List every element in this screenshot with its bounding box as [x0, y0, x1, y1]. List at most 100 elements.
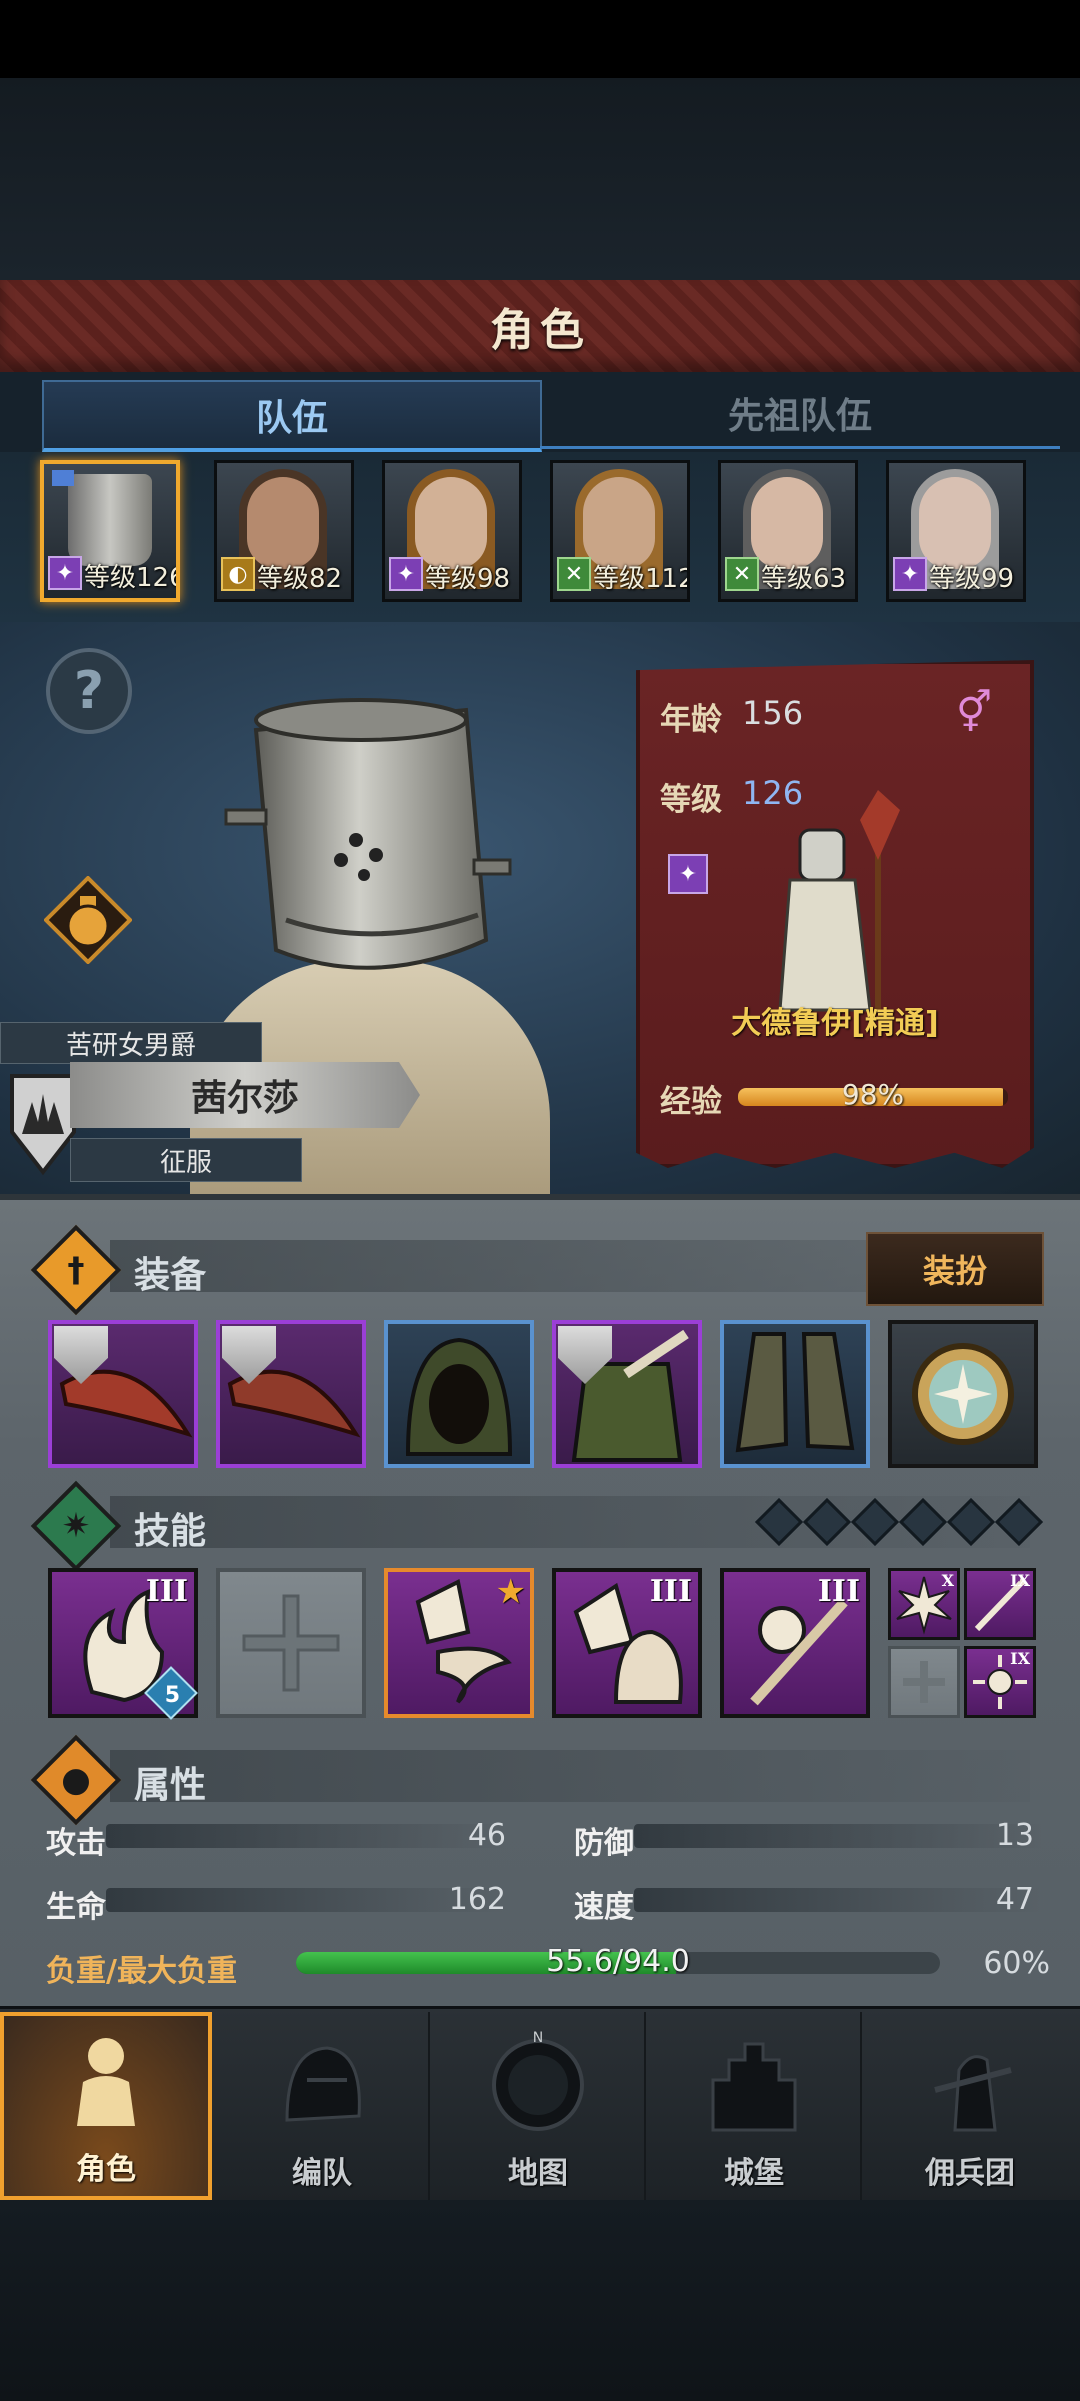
weight-label: 负重/最大负重	[46, 1954, 237, 1989]
character-name: 茜尔莎	[70, 1062, 420, 1128]
roster-portrait-5[interactable]: ✕ 等级63	[718, 460, 858, 602]
question-icon: ?	[73, 661, 105, 721]
status-bar-area	[0, 0, 1080, 78]
skills-title: 技能	[134, 1511, 207, 1552]
skill-rank: IX	[1010, 1649, 1030, 1668]
face	[247, 477, 319, 569]
roster-level: 等级112	[593, 564, 690, 594]
face	[583, 477, 655, 569]
roster-level: 等级82	[257, 564, 343, 594]
skill-slot-1[interactable]: III 5	[48, 1568, 198, 1720]
character-status: 征服	[70, 1138, 302, 1182]
nav-mercenary[interactable]: 佣兵团	[864, 2012, 1076, 2200]
nav-map[interactable]: N 地图	[432, 2012, 646, 2200]
face	[415, 477, 487, 569]
speed-value: 47	[995, 1882, 1034, 1917]
roster-portrait-4[interactable]: ✕ 等级112	[550, 460, 690, 602]
equip-slot-boots[interactable]	[720, 1320, 870, 1468]
star-burst-icon: ✷	[61, 1506, 91, 1546]
passive-skill-3[interactable]: IX	[964, 1646, 1036, 1718]
skill-star-icon: ★	[495, 1572, 526, 1612]
knight-icon	[77, 2038, 135, 2126]
roster-portrait-1[interactable]: ✦ 等级126	[40, 460, 180, 602]
age-label: 年龄	[660, 702, 722, 738]
roster-portrait-6[interactable]: ✦ 等级99	[886, 460, 1026, 602]
flag-icon	[52, 470, 74, 486]
equip-slot-armor[interactable]	[552, 1320, 702, 1468]
roster-level: 等级98	[425, 564, 511, 594]
defense-value: 13	[995, 1818, 1034, 1853]
nav-formation[interactable]: 编队	[216, 2012, 430, 2200]
wand-class-icon: ✦	[48, 556, 82, 590]
age-value: 156	[742, 694, 804, 732]
mercenary-fist-icon	[934, 2055, 1012, 2132]
skill-rank: III	[145, 1574, 188, 1609]
equip-slot-offhand[interactable]	[216, 1320, 366, 1468]
equip-slot-amulet[interactable]	[888, 1320, 1038, 1468]
help-button[interactable]: ?	[46, 648, 132, 734]
potion-button[interactable]	[44, 876, 132, 964]
class-name: 大德鲁伊[精通]	[731, 1006, 939, 1041]
defense-label: 防御	[574, 1826, 634, 1861]
passive-skill-2[interactable]: IX	[964, 1568, 1036, 1640]
roster-level: 等级63	[761, 564, 847, 594]
druid-figure	[778, 790, 900, 1012]
bow-class-icon: ✕	[557, 557, 591, 591]
bucket-helm-face	[68, 474, 152, 566]
nav-character[interactable]: 角色	[0, 2012, 212, 2200]
nav-castle[interactable]: 城堡	[648, 2012, 862, 2200]
passive-skill-empty[interactable]	[888, 1646, 960, 1718]
attributes-title: 属性	[134, 1765, 207, 1806]
bow-class-icon: ✕	[725, 557, 759, 591]
skill-rank: III	[649, 1574, 692, 1609]
roster-level: 等级126	[84, 563, 180, 593]
helmet-icon	[285, 2046, 361, 2122]
skill-gem-count: 5	[164, 1683, 180, 1708]
equip-slot-hood[interactable]	[384, 1320, 534, 1468]
skill-slot-5[interactable]: III	[720, 1568, 870, 1718]
hood-icon	[405, 1337, 513, 1456]
xp-label: 经验	[660, 1084, 722, 1120]
svg-text:N: N	[533, 2030, 543, 2046]
hp-value: 162	[448, 1882, 506, 1917]
page-header: 角色	[0, 280, 1080, 376]
skill-slot-3[interactable]: ★	[384, 1568, 534, 1718]
passive-skill-1[interactable]: X	[888, 1568, 960, 1640]
weight-percent: 60%	[983, 1946, 1050, 1981]
page-title: 角色	[490, 305, 590, 356]
sword-icon: †	[67, 1250, 85, 1290]
equipment-title: 装备	[134, 1255, 207, 1296]
boots-icon	[735, 1332, 855, 1453]
tab-team[interactable]: 队伍	[42, 380, 542, 452]
dress-up-button[interactable]: 装扮	[866, 1232, 1044, 1306]
skill-slot-4[interactable]: III	[552, 1568, 702, 1718]
team-tabs: 队伍 先祖队伍	[0, 372, 1080, 452]
face	[919, 477, 991, 569]
weight-value: 55.6/94.0	[546, 1944, 690, 1979]
person-icon: ●	[61, 1760, 91, 1800]
roster-level: 等级99	[929, 564, 1015, 594]
face	[751, 477, 823, 569]
compass-map-icon: N	[492, 2030, 584, 2131]
skill-rank: X	[941, 1571, 954, 1590]
equip-slot-weapon[interactable]	[48, 1320, 198, 1468]
skill-slot-empty[interactable]	[216, 1568, 366, 1718]
hp-label: 生命	[46, 1890, 106, 1925]
roster-row: ✦ 等级126 ◐ 等级82 ✦ 等级98 ✕ 等级112 ✕ 等级63 ✦ 等…	[0, 452, 1080, 622]
wand-class-icon: ✦	[389, 557, 423, 591]
roster-portrait-3[interactable]: ✦ 等级98	[382, 460, 522, 602]
tab-ancestor-team[interactable]: 先祖队伍	[540, 380, 1060, 449]
attack-value: 46	[467, 1818, 506, 1853]
wand-class-icon: ✦	[668, 854, 708, 894]
character-title: 苦研女男爵	[0, 1022, 262, 1064]
level-label: 等级	[660, 782, 722, 818]
amulet-icon	[912, 1343, 1014, 1445]
skill-rank: III	[817, 1574, 860, 1609]
crest-shield-icon	[10, 1074, 76, 1176]
bottom-background	[0, 2200, 1080, 2401]
speed-label: 速度	[574, 1890, 634, 1925]
hero-bucket-helm	[224, 698, 512, 970]
female-icon: ⚥	[956, 690, 993, 736]
roster-portrait-2[interactable]: ◐ 等级82	[214, 460, 354, 602]
xp-value: 98%	[841, 1078, 905, 1111]
